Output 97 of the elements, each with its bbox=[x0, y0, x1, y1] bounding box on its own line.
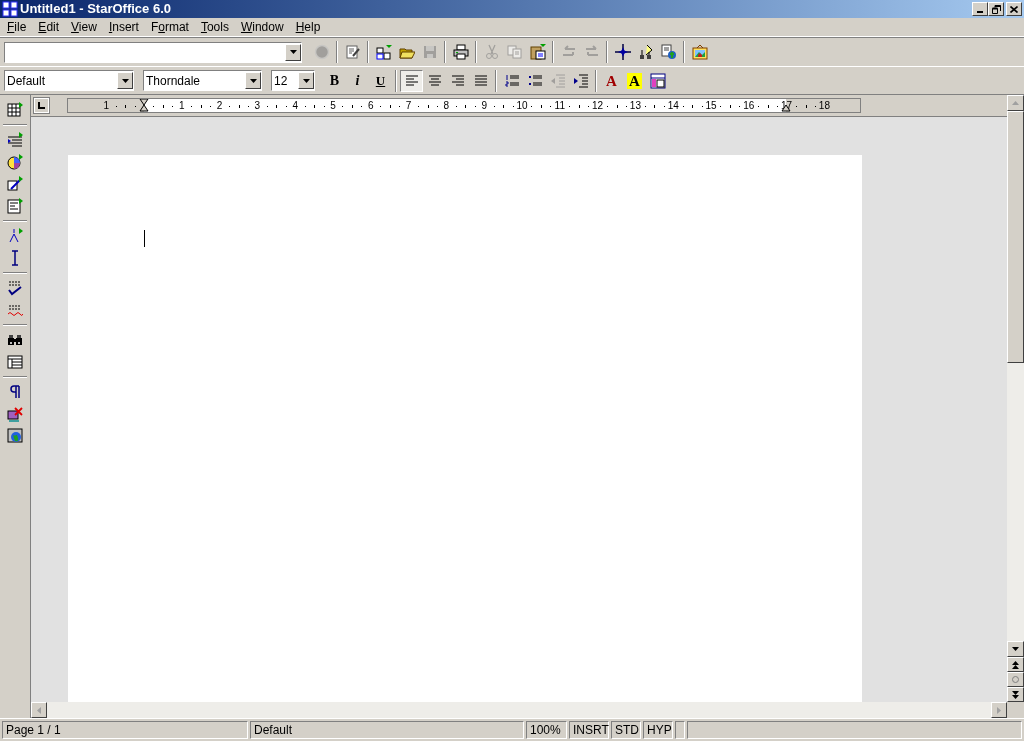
increase-indent-icon bbox=[572, 72, 589, 89]
insert-table-icon bbox=[7, 102, 23, 118]
ruler-number: 6 bbox=[368, 99, 374, 112]
scroll-left-button[interactable] bbox=[31, 702, 47, 718]
status-field: Default bbox=[250, 721, 524, 739]
previous-page-button[interactable] bbox=[1007, 657, 1024, 672]
up-arrow-icon bbox=[1012, 101, 1019, 105]
align-center-icon bbox=[426, 72, 443, 89]
dropdown-arrow-icon bbox=[249, 78, 257, 83]
menu-item[interactable]: View bbox=[65, 18, 103, 36]
binoculars-icon bbox=[7, 332, 23, 348]
ruler-number: 2 bbox=[216, 99, 223, 112]
dropdown-arrow-icon bbox=[121, 78, 129, 83]
italic-button[interactable]: i bbox=[346, 69, 369, 92]
ruler-number: 7 bbox=[405, 99, 412, 112]
font-size-field[interactable]: 12 bbox=[271, 70, 315, 91]
ruler-number: 10 bbox=[516, 99, 528, 112]
down-arrow-icon bbox=[1012, 647, 1019, 651]
menu-item[interactable]: Format bbox=[144, 18, 195, 36]
navigation-button[interactable] bbox=[1007, 672, 1024, 687]
status-field: 100% bbox=[526, 721, 567, 739]
ruler-number: 1 bbox=[179, 99, 185, 112]
hide-drawing-icon bbox=[7, 406, 23, 422]
pilcrow-icon bbox=[7, 384, 23, 400]
ruler-number: 15 bbox=[705, 99, 717, 112]
minimize-button[interactable] bbox=[972, 2, 988, 16]
copy-icon bbox=[506, 44, 523, 60]
next-page-button[interactable] bbox=[1007, 687, 1024, 702]
alignment-button[interactable] bbox=[400, 69, 423, 92]
restore-button[interactable] bbox=[988, 2, 1004, 16]
menu-item[interactable]: Window bbox=[234, 18, 290, 36]
dropdown-arrow-icon bbox=[302, 78, 310, 83]
align-left-icon bbox=[403, 72, 420, 89]
scissors-icon bbox=[483, 44, 500, 60]
left-arrow-icon bbox=[37, 706, 41, 714]
ruler-number: 8 bbox=[443, 99, 450, 112]
scroll-thumb[interactable] bbox=[1007, 111, 1024, 363]
edit-document-icon bbox=[344, 44, 361, 60]
url-field[interactable] bbox=[4, 41, 302, 63]
menu-item[interactable]: Insert bbox=[102, 18, 145, 36]
restore-icon bbox=[991, 4, 1001, 14]
menu-item[interactable]: Tools bbox=[194, 18, 235, 36]
tab-stop-button[interactable] bbox=[34, 98, 49, 113]
align-right-icon bbox=[449, 72, 466, 89]
double-up-arrow-icon bbox=[1012, 660, 1019, 669]
minimize-icon bbox=[977, 11, 983, 13]
underline-button[interactable]: U bbox=[369, 69, 392, 92]
ruler-number: 5 bbox=[330, 99, 336, 112]
save-icon bbox=[421, 44, 438, 60]
ruler-number: 14 bbox=[667, 99, 679, 112]
horizontal-scrollbar[interactable] bbox=[31, 702, 1007, 718]
circle-icon bbox=[1012, 676, 1019, 683]
menu-item[interactable]: File bbox=[1, 18, 33, 36]
printer-icon bbox=[452, 44, 469, 60]
ruler-number: 9 bbox=[481, 99, 487, 112]
app-icon bbox=[2, 1, 18, 17]
gallery-icon bbox=[691, 44, 708, 60]
close-button[interactable] bbox=[1006, 2, 1022, 16]
text-cursor bbox=[144, 230, 145, 247]
bold-button[interactable]: B bbox=[323, 69, 346, 92]
ruler-number: 12 bbox=[592, 99, 604, 112]
decrease-indent-icon bbox=[549, 72, 566, 89]
menu-item[interactable]: Help bbox=[289, 18, 327, 36]
justify-icon bbox=[472, 72, 489, 89]
spellcheck-icon bbox=[7, 280, 23, 296]
double-down-arrow-icon bbox=[1012, 690, 1019, 699]
font-color-button[interactable]: A bbox=[600, 69, 623, 92]
window-title: Untitled1 - StarOffice 6.0 bbox=[20, 0, 171, 19]
status-field: HYP bbox=[643, 721, 673, 739]
numbered-list-icon bbox=[503, 72, 520, 89]
bulleted-list-icon bbox=[526, 72, 543, 89]
highlight-button[interactable]: A bbox=[623, 69, 646, 92]
status-field bbox=[675, 721, 685, 739]
right-arrow-icon bbox=[997, 706, 1001, 714]
scroll-right-button[interactable] bbox=[991, 702, 1007, 718]
status-field: Page 1 / 1 bbox=[2, 721, 248, 739]
ruler-number: 3 bbox=[254, 99, 261, 112]
data-table-icon bbox=[7, 354, 23, 370]
ruler-number: 13 bbox=[629, 99, 641, 112]
paste-icon bbox=[529, 44, 546, 60]
autospellcheck-icon bbox=[7, 302, 23, 318]
ruler-number: 11 bbox=[554, 99, 565, 112]
ruler-number: 1 bbox=[103, 99, 109, 112]
scroll-down-button[interactable] bbox=[1007, 641, 1024, 657]
paragraph-style-field[interactable]: Default bbox=[4, 70, 134, 91]
menu-item[interactable]: Edit bbox=[32, 18, 66, 36]
close-icon bbox=[1010, 5, 1018, 13]
left-tab-icon bbox=[38, 102, 45, 109]
dropdown-arrow-icon bbox=[289, 50, 297, 54]
ruler-number: 18 bbox=[818, 99, 830, 112]
vertical-scrollbar[interactable] bbox=[1007, 95, 1024, 702]
status-field: STD bbox=[611, 721, 641, 739]
ruler-number: 4 bbox=[292, 99, 298, 112]
font-name-field[interactable]: Thorndale bbox=[143, 70, 262, 91]
scroll-up-button[interactable] bbox=[1007, 95, 1024, 111]
status-field: INSRT bbox=[569, 721, 609, 739]
ruler-number: 16 bbox=[743, 99, 755, 112]
